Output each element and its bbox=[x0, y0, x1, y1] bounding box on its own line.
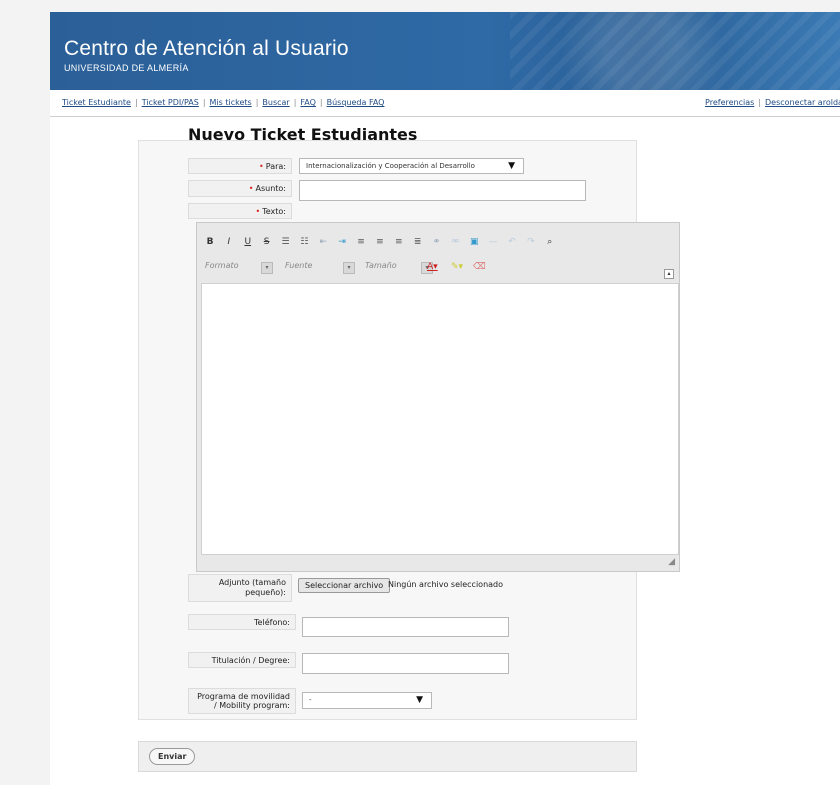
select-file-button[interactable]: Seleccionar archivo bbox=[298, 578, 391, 593]
texto-label-text: Texto: bbox=[262, 207, 286, 216]
asunto-label-text: Asunto: bbox=[255, 184, 286, 193]
file-status-text: Ningún archivo seleccionado bbox=[388, 580, 504, 589]
para-select[interactable]: Internacionalización y Cooperación al De… bbox=[299, 158, 524, 174]
text-color-icon[interactable]: A▾ bbox=[427, 262, 438, 272]
para-label-text: Para: bbox=[265, 162, 286, 171]
align-right-icon[interactable]: ≡ bbox=[392, 237, 406, 247]
titulacion-input[interactable] bbox=[302, 653, 509, 674]
nav-separator: | bbox=[319, 98, 323, 107]
italic-icon[interactable]: I bbox=[222, 237, 236, 247]
link-icon[interactable]: ⚭ bbox=[430, 237, 444, 247]
nav-separator: | bbox=[202, 98, 206, 107]
font-combo[interactable]: Fuente ▾ bbox=[285, 261, 355, 277]
movilidad-select-value: - bbox=[309, 696, 312, 704]
asunto-input[interactable] bbox=[299, 180, 586, 201]
nav-left: Ticket Estudiante | Ticket PDI/PAS | Mis tic… bbox=[62, 98, 384, 107]
nav-preferencias[interactable]: Preferencias bbox=[705, 98, 754, 107]
nav-separator: | bbox=[255, 98, 259, 107]
format-combo-label: Formato bbox=[205, 261, 239, 270]
image-icon[interactable]: ▣ bbox=[467, 237, 481, 247]
movilidad-select[interactable]: - ▼ bbox=[302, 692, 432, 709]
editor-toolbar-fonts: Formato ▾ Fuente ▾ Tamaño ▾ A▾ ✎▾ ⌫ bbox=[201, 261, 673, 279]
editor-text-area[interactable] bbox=[201, 283, 679, 555]
site-subtitle: UNIVERSIDAD DE ALMERÍA bbox=[64, 63, 189, 73]
submit-bar: Enviar bbox=[138, 741, 637, 772]
required-marker: • bbox=[259, 162, 264, 171]
asunto-label: • Asunto: bbox=[188, 180, 292, 197]
required-marker: • bbox=[255, 207, 261, 216]
align-center-icon[interactable]: ≡ bbox=[373, 237, 387, 247]
resize-handle-icon[interactable]: ◢ bbox=[668, 557, 675, 567]
site-title: Centro de Atención al Usuario bbox=[64, 37, 349, 60]
banner-decoration bbox=[510, 12, 840, 90]
underline-icon[interactable]: U bbox=[241, 237, 255, 247]
top-navigation: Ticket Estudiante | Ticket PDI/PAS | Mis tic… bbox=[50, 90, 840, 117]
nav-buscar[interactable]: Buscar bbox=[262, 98, 289, 107]
nav-separator: | bbox=[758, 98, 761, 107]
adjunto-label: Adjunto (tamaño pequeño): bbox=[188, 574, 292, 602]
background-color-icon[interactable]: ✎▾ bbox=[451, 262, 463, 272]
format-combo[interactable]: Formato ▾ bbox=[205, 261, 275, 277]
texto-label: • Texto: bbox=[188, 203, 292, 219]
horizontal-rule-icon[interactable]: — bbox=[486, 237, 500, 247]
bullet-list-icon[interactable]: ☷ bbox=[297, 237, 311, 247]
nav-ticket-estudiante[interactable]: Ticket Estudiante bbox=[62, 98, 131, 107]
strikethrough-icon[interactable]: S bbox=[260, 237, 274, 247]
align-justify-icon[interactable]: ≣ bbox=[411, 237, 425, 247]
send-button[interactable]: Enviar bbox=[149, 748, 196, 765]
outdent-icon[interactable]: ⇤ bbox=[316, 237, 330, 247]
find-icon[interactable]: ⌕ bbox=[543, 237, 557, 247]
size-combo-label: Tamaño bbox=[365, 261, 397, 270]
indent-icon[interactable]: ⇥ bbox=[335, 237, 349, 247]
nav-separator: | bbox=[293, 98, 297, 107]
numbered-list-icon[interactable]: ☰ bbox=[279, 237, 293, 247]
font-combo-label: Fuente bbox=[285, 261, 313, 270]
nav-mis-tickets[interactable]: Mis tickets bbox=[210, 98, 252, 107]
telefono-input[interactable] bbox=[302, 617, 509, 637]
bold-icon[interactable]: B bbox=[203, 237, 217, 247]
nav-faq[interactable]: FAQ bbox=[300, 98, 316, 107]
editor-toolbar-formatting: B I U S ☰ ☷ ⇤ ⇥ ≡ ≡ ≡ ≣ ⚭ ⚮ ▣ — ↶ ↷ ⌕ bbox=[203, 237, 663, 255]
required-marker: • bbox=[248, 184, 254, 193]
header-banner: Centro de Atención al Usuario UNIVERSIDA… bbox=[50, 12, 840, 90]
dropdown-arrow-icon: ▼ bbox=[416, 695, 423, 705]
unlink-icon[interactable]: ⚮ bbox=[448, 237, 462, 247]
dropdown-arrow-icon: ▼ bbox=[508, 161, 515, 171]
nav-desconectar[interactable]: Desconectar aroldan bbox=[765, 98, 840, 107]
nav-separator: | bbox=[134, 98, 138, 107]
telefono-label: Teléfono: bbox=[188, 614, 296, 630]
rich-text-editor: B I U S ☰ ☷ ⇤ ⇥ ≡ ≡ ≡ ≣ ⚭ ⚮ ▣ — ↶ ↷ ⌕ Fo… bbox=[196, 222, 680, 572]
collapse-toolbar-icon[interactable]: ▴ bbox=[664, 269, 674, 279]
align-left-icon[interactable]: ≡ bbox=[354, 237, 368, 247]
para-select-value: Internacionalización y Cooperación al De… bbox=[306, 162, 475, 170]
movilidad-label: Programa de movilidad / Mobility program… bbox=[188, 688, 296, 714]
nav-right: Preferencias | Desconectar aroldan bbox=[705, 98, 840, 107]
nav-busqueda-faq[interactable]: Búsqueda FAQ bbox=[327, 98, 385, 107]
chevron-down-icon: ▾ bbox=[261, 262, 273, 274]
nav-ticket-pdi-pas[interactable]: Ticket PDI/PAS bbox=[142, 98, 199, 107]
chevron-down-icon: ▾ bbox=[343, 262, 355, 274]
undo-icon[interactable]: ↶ bbox=[505, 237, 519, 247]
redo-icon[interactable]: ↷ bbox=[524, 237, 538, 247]
titulacion-label: Titulación / Degree: bbox=[188, 652, 296, 668]
para-label: • Para: bbox=[188, 158, 292, 174]
remove-format-icon[interactable]: ⌫ bbox=[473, 262, 486, 272]
